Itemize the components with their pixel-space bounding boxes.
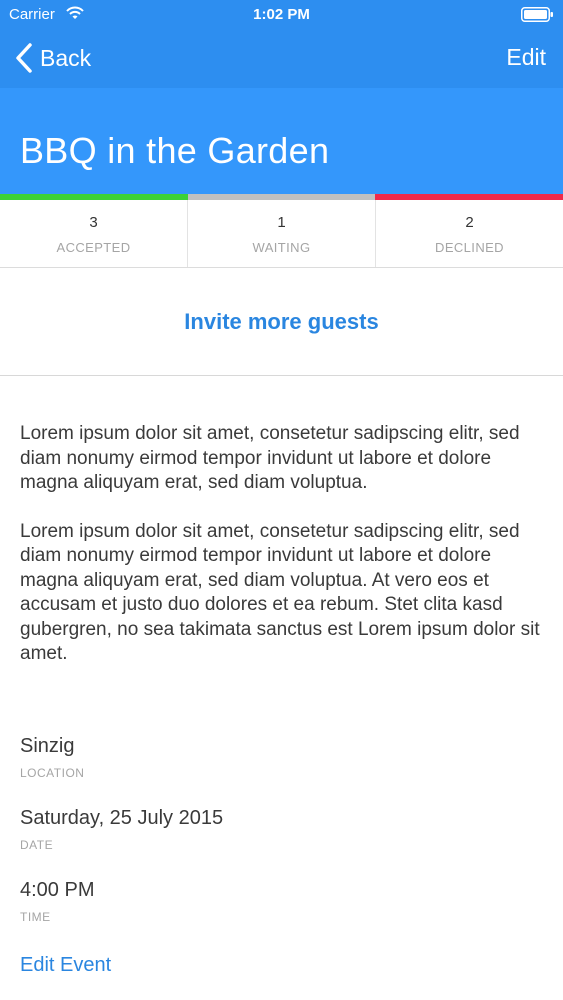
time-detail: 4:00 PM TIME	[20, 879, 94, 924]
time-value: 4:00 PM	[20, 879, 95, 901]
description-paragraph: Lorem ipsum dolor sit amet, consetetur s…	[20, 423, 520, 493]
event-title: BBQ in the Garden	[20, 130, 330, 171]
status-time: 1:02 PM	[253, 6, 310, 23]
back-button-label: Back	[40, 44, 92, 71]
time-label: TIME	[20, 910, 51, 924]
waiting-label: WAITING	[252, 240, 311, 255]
battery-icon	[521, 7, 553, 22]
description-paragraph: Lorem ipsum dolor sit amet, consetetur s…	[20, 520, 540, 665]
top-bar: Carrier 1:02 PM Back Edit	[0, 0, 563, 88]
invite-section: Invite more guests	[0, 268, 563, 376]
date-value: Saturday, 25 July 2015	[20, 807, 224, 829]
chevron-left-icon	[16, 43, 32, 73]
event-description: Lorem ipsum dolor sit amet, consetetur s…	[20, 422, 545, 667]
location-value: Sinzig	[20, 735, 75, 757]
location-label: LOCATION	[20, 766, 85, 780]
date-detail: Saturday, 25 July 2015 DATE	[20, 807, 223, 852]
declined-label: DECLINED	[435, 240, 504, 255]
back-button[interactable]: Back	[14, 40, 91, 76]
invite-more-guests-button[interactable]: Invite more guests	[184, 309, 378, 335]
declined-count: 2	[465, 214, 474, 231]
date-label: DATE	[20, 838, 54, 852]
status-bar: Carrier 1:02 PM	[0, 0, 563, 30]
edit-button[interactable]: Edit	[506, 44, 546, 71]
waiting-count: 1	[277, 214, 286, 231]
event-header: BBQ in the Garden	[0, 88, 563, 194]
accepted-label: ACCEPTED	[56, 240, 131, 255]
navigation-bar: Back Edit	[0, 30, 563, 88]
edit-event-button[interactable]: Edit Event	[20, 954, 111, 977]
accepted-count: 3	[89, 214, 98, 231]
accepted-stat[interactable]: 3 ACCEPTED	[0, 200, 188, 267]
declined-stat[interactable]: 2 DECLINED	[376, 200, 563, 267]
waiting-stat[interactable]: 1 WAITING	[188, 200, 376, 267]
location-detail: Sinzig LOCATION	[20, 735, 84, 780]
rsvp-stats: 3 ACCEPTED 1 WAITING 2 DECLINED	[0, 200, 563, 268]
